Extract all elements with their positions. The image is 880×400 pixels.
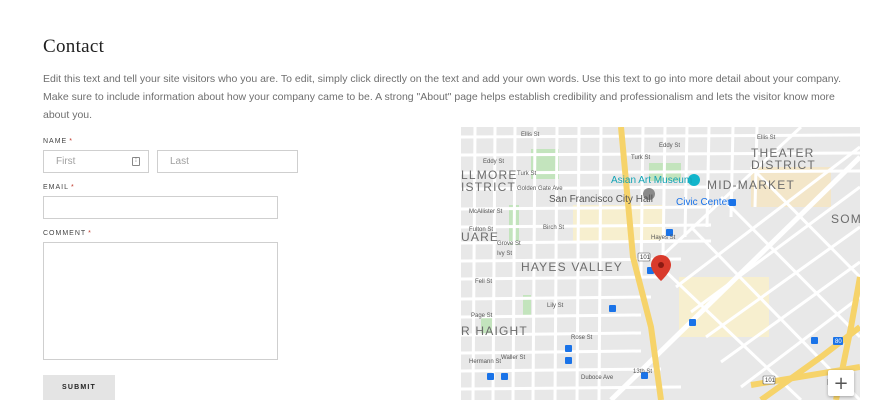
required-mark: *	[88, 230, 92, 237]
svg-text:Page St: Page St	[471, 313, 493, 319]
district-label-haight: R HAIGHT	[461, 324, 528, 338]
svg-text:Waller St: Waller St	[501, 355, 525, 361]
district-label-fillmore-2: ISTRICT	[461, 180, 516, 194]
svg-text:Turk St: Turk St	[631, 155, 650, 161]
email-input[interactable]	[43, 196, 278, 219]
svg-text:Golden Gate Ave: Golden Gate Ave	[517, 186, 563, 192]
comment-textarea[interactable]	[43, 242, 278, 360]
submit-button[interactable]: SUBMIT	[43, 375, 115, 400]
svg-text:Eddy St: Eddy St	[659, 143, 680, 149]
svg-text:Birch St: Birch St	[543, 225, 564, 231]
intro-paragraph: Edit this text and tell your site visito…	[43, 73, 841, 121]
svg-text:Eddy St: Eddy St	[483, 159, 504, 165]
commercial-area	[573, 205, 663, 241]
district-label-midmarket: MID-MARKET	[707, 178, 795, 192]
svg-text:Fulton St: Fulton St	[469, 227, 493, 233]
map[interactable]: THEATER DISTRICT MID-MARKET HAYES VALLEY…	[461, 127, 860, 400]
first-name-input[interactable]: First ⁞	[43, 150, 149, 173]
map-canvas[interactable]: THEATER DISTRICT MID-MARKET HAYES VALLEY…	[461, 127, 860, 400]
place-civic-center: Civic Center	[676, 197, 731, 208]
svg-text:McAllister St: McAllister St	[469, 209, 503, 215]
svg-text:101: 101	[640, 255, 651, 261]
svg-text:Ellis St: Ellis St	[757, 135, 776, 141]
zoom-in-button[interactable]: +	[828, 370, 854, 396]
autofill-card-icon[interactable]: ⁞	[132, 157, 140, 166]
place-city-hall: San Francisco City Hall	[549, 194, 653, 205]
svg-text:Hermann St: Hermann St	[469, 359, 501, 365]
page-title: Contact	[43, 36, 105, 57]
last-name-input[interactable]: Last	[157, 150, 298, 173]
svg-text:101: 101	[765, 378, 776, 384]
required-mark: *	[71, 184, 75, 191]
svg-text:Hayes St: Hayes St	[651, 235, 676, 241]
svg-text:Duboce Ave: Duboce Ave	[581, 375, 614, 381]
district-label-district: DISTRICT	[751, 158, 816, 172]
svg-text:Ellis St: Ellis St	[521, 132, 540, 138]
svg-text:13th St: 13th St	[633, 369, 652, 375]
district-label-som: SOM	[831, 212, 860, 226]
name-label: NAME *	[43, 138, 73, 145]
place-asian-art-museum: Asian Art Museum	[611, 175, 692, 186]
svg-text:Turk St: Turk St	[517, 171, 536, 177]
first-name-placeholder: First	[56, 156, 76, 167]
svg-text:Lily St: Lily St	[547, 303, 564, 309]
district-label-hayes: HAYES VALLEY	[521, 260, 623, 274]
svg-text:Rose St: Rose St	[571, 335, 593, 341]
required-mark: *	[69, 138, 73, 145]
email-label: EMAIL *	[43, 184, 75, 191]
last-name-placeholder: Last	[170, 156, 189, 167]
svg-text:Fell St: Fell St	[475, 279, 492, 285]
comment-label: COMMENT *	[43, 230, 92, 237]
svg-text:Grove St: Grove St	[497, 241, 521, 247]
svg-text:Ivy St: Ivy St	[497, 251, 512, 257]
svg-text:80: 80	[835, 339, 842, 345]
